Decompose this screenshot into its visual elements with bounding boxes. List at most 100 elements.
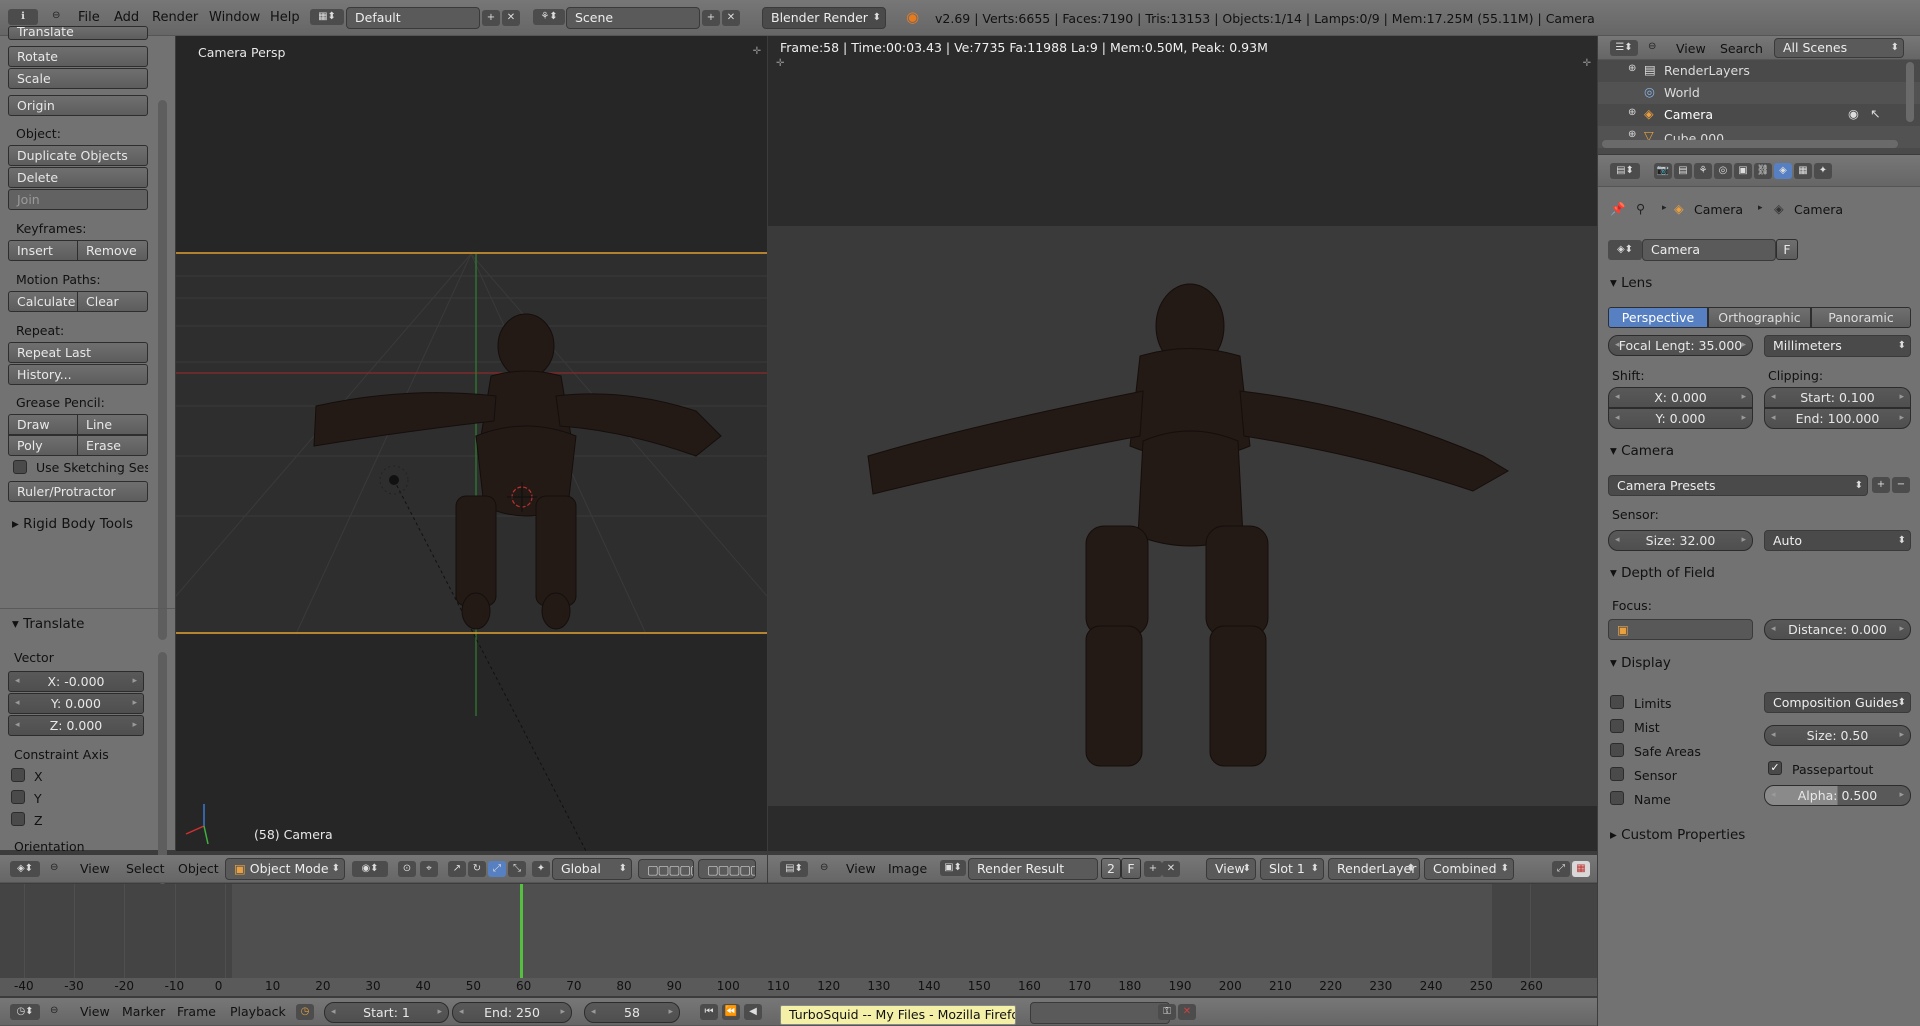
draw-button[interactable]: Draw [8, 414, 78, 435]
insert-keyframe-icon[interactable]: ⚿ [1158, 1004, 1176, 1020]
3d-menu-select[interactable]: Select [126, 861, 165, 876]
outliner-menu-view[interactable]: View [1676, 41, 1706, 56]
image-fake-user-button[interactable]: F [1121, 858, 1141, 879]
end-frame-field[interactable]: End: 250 [452, 1002, 572, 1023]
object-tab-icon[interactable]: ▣ [1734, 163, 1752, 179]
name-checkbox[interactable] [1610, 791, 1624, 805]
focal-length-field[interactable]: Focal Lengt: 35.000 [1608, 335, 1753, 356]
layers-grid-2[interactable]: ▢▢▢▢▢ [698, 859, 756, 879]
camera-data-tab-icon[interactable]: ◈ [1774, 163, 1792, 179]
timeline-menu-frame[interactable]: Frame [177, 1004, 216, 1019]
transform-orientation-icon[interactable]: ✦ [532, 861, 550, 877]
remove-layout-icon[interactable]: ✕ [502, 10, 520, 26]
pivot-point-icon[interactable]: ⊙ [398, 861, 416, 877]
remove-keyframe-button[interactable]: Remove [77, 240, 148, 261]
outliner-menu-search[interactable]: Search [1720, 41, 1763, 56]
expand-icon[interactable]: ⊕ [1628, 129, 1636, 140]
display-size-field[interactable]: Size: 0.50 [1764, 725, 1911, 746]
delete-button[interactable]: Delete [8, 167, 148, 188]
fake-user-button[interactable]: F [1776, 239, 1798, 260]
list-item[interactable]: ⊕ ◈ Camera ◉ ↖ [1598, 104, 1920, 126]
texture-tab-icon[interactable]: ▦ [1794, 163, 1812, 179]
keying-set-field[interactable] [1030, 1002, 1170, 1024]
outliner-vscrollbar[interactable] [1906, 62, 1914, 122]
add-layout-icon[interactable]: + [482, 10, 500, 26]
lens-unit-select[interactable]: Millimeters [1764, 335, 1911, 357]
passepartout-alpha-field[interactable]: Alpha: 0.500 [1764, 785, 1911, 806]
repeat-last-button[interactable]: Repeat Last [8, 342, 148, 363]
constraint-x-checkbox[interactable] [11, 768, 25, 782]
display-panel[interactable]: ▾ Display [1610, 655, 1671, 671]
timeline[interactable]: -40 -30 -20 -10 0 10 20 30 40 50 60 70 80 90 100 110 120… [0, 884, 1597, 996]
panoramic-tab[interactable]: Panoramic [1811, 307, 1911, 328]
transform-orientation-select[interactable]: Global [552, 858, 632, 880]
start-frame-field[interactable]: Start: 1 [324, 1002, 449, 1023]
physics-tab-icon[interactable]: ✦ [1814, 163, 1832, 179]
rotate-button[interactable]: Rotate [8, 46, 148, 67]
slot-select[interactable]: Slot 1 [1260, 858, 1324, 880]
camera-panel[interactable]: ▾ Camera [1610, 443, 1674, 459]
menu-render[interactable]: Render [152, 0, 198, 35]
focus-object-field[interactable]: ▣ [1608, 619, 1753, 640]
expand-icon[interactable]: ⊕ [1628, 63, 1636, 74]
list-item[interactable]: ◎ World [1598, 82, 1920, 104]
composition-guides-select[interactable]: Composition Guides [1764, 692, 1911, 713]
render-layer-select[interactable]: RenderLayer [1328, 858, 1420, 880]
sensor-checkbox[interactable] [1610, 767, 1624, 781]
toolshelf-scrollbar[interactable] [158, 100, 167, 640]
scene-tab-icon[interactable]: ⚘ [1694, 163, 1712, 179]
clip-start-field[interactable]: Start: 0.100 [1764, 387, 1911, 408]
layers-grid[interactable]: ▢▢▢▢▢ [638, 859, 694, 879]
mode-select[interactable]: ▣ Object Mode [225, 858, 345, 880]
image-browse-icon[interactable]: ▣⬍ [940, 860, 966, 876]
menu-help[interactable]: Help [270, 0, 300, 35]
constraint-y-checkbox[interactable] [11, 790, 25, 804]
editor-type-icon[interactable]: ℹ [8, 9, 38, 25]
3d-menu-object[interactable]: Object [178, 861, 219, 876]
render-tab-icon[interactable]: 📷 [1654, 163, 1672, 179]
translate-manipulator-icon[interactable]: ↗ [448, 861, 466, 877]
outliner-editor-icon[interactable]: ☰⬍ [1610, 40, 1638, 56]
camera-datablock-icon[interactable]: ◈⬍ [1608, 240, 1642, 260]
scene-field[interactable]: Scene [566, 7, 700, 29]
render-layers-tab-icon[interactable]: ▤ [1674, 163, 1692, 179]
camera-datablock-name-field[interactable]: Camera [1642, 239, 1776, 261]
constraint-z-checkbox[interactable] [11, 812, 25, 826]
manipulator-extra-icon[interactable]: ⤡ [508, 861, 526, 877]
depth-of-field-panel[interactable]: ▾ Depth of Field [1610, 565, 1715, 581]
collapse-icon[interactable]: ⊖ [1648, 41, 1656, 52]
new-image-icon[interactable]: + [1144, 861, 1162, 877]
line-button[interactable]: Line [77, 414, 148, 435]
collapse-icon[interactable]: ⊖ [820, 862, 828, 873]
delete-keyframe-icon[interactable]: ✕ [1178, 1004, 1196, 1020]
timeline-editor-icon[interactable]: ◷⬍ [10, 1004, 40, 1020]
image-name-field[interactable]: Render Result [968, 858, 1098, 880]
safe-areas-checkbox[interactable] [1610, 743, 1624, 757]
collapse-icon[interactable]: ⊖ [50, 862, 58, 873]
timeline-menu-marker[interactable]: Marker [122, 1004, 165, 1019]
image-menu-image[interactable]: Image [888, 861, 927, 876]
translate-button[interactable]: Translate [8, 26, 148, 40]
3d-menu-view[interactable]: View [80, 861, 110, 876]
sensor-fit-select[interactable]: Auto [1764, 530, 1911, 551]
collapse-icon[interactable]: ⊖ [50, 1005, 58, 1016]
current-frame-indicator[interactable] [520, 884, 523, 980]
rotate-manipulator-icon[interactable]: ↻ [468, 861, 486, 877]
vector-y-field[interactable]: Y: 0.000 [8, 693, 144, 714]
sensor-size-field[interactable]: Size: 32.00 [1608, 530, 1753, 551]
screen-layout-field[interactable]: Default [346, 7, 480, 29]
poly-button[interactable]: Poly [8, 435, 78, 456]
passepartout-checkbox[interactable]: ✓ [1768, 761, 1782, 775]
shift-x-field[interactable]: X: 0.000 [1608, 387, 1753, 408]
3d-viewport[interactable]: Camera Persp (58) Camera ✛ [176, 36, 767, 851]
view-mode-select[interactable]: View [1206, 858, 1256, 880]
erase-button[interactable]: Erase [77, 435, 148, 456]
duplicate-objects-button[interactable]: Duplicate Objects [8, 145, 148, 166]
current-frame-field[interactable]: 58 [584, 1002, 680, 1023]
image-editor[interactable]: Frame:58 | Time:00:03.43 | Ve:7735 Fa:11… [768, 36, 1597, 851]
insert-keyframe-button[interactable]: Insert [8, 240, 78, 261]
cursor-select-icon[interactable]: ↖ [1870, 106, 1880, 121]
history-button[interactable]: History... [8, 364, 148, 385]
camera-presets-select[interactable]: Camera Presets [1608, 475, 1868, 496]
limits-checkbox[interactable] [1610, 695, 1624, 709]
